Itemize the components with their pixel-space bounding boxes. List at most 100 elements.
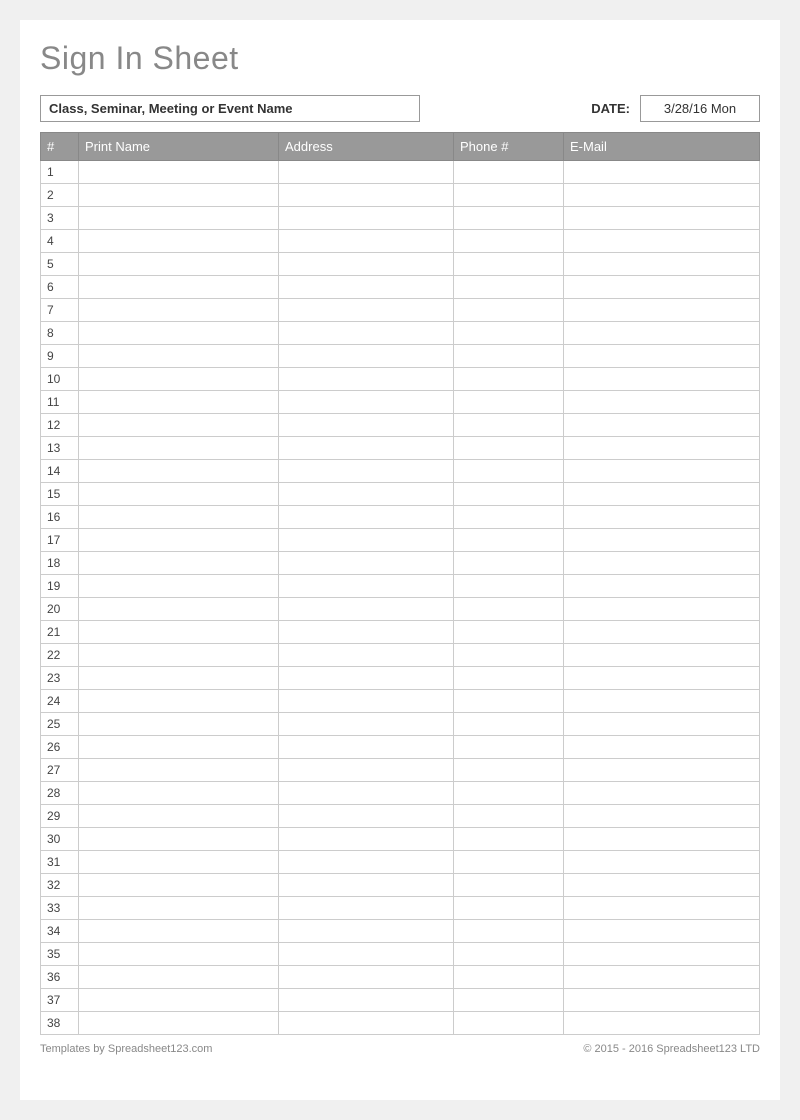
row-phone[interactable] <box>454 598 564 621</box>
row-email[interactable] <box>564 621 760 644</box>
row-address[interactable] <box>279 1012 454 1035</box>
row-email[interactable] <box>564 690 760 713</box>
row-name[interactable] <box>79 598 279 621</box>
row-phone[interactable] <box>454 1012 564 1035</box>
row-name[interactable] <box>79 253 279 276</box>
row-email[interactable] <box>564 713 760 736</box>
row-phone[interactable] <box>454 805 564 828</box>
row-name[interactable] <box>79 161 279 184</box>
table-row[interactable]: 8 <box>41 322 760 345</box>
row-address[interactable] <box>279 828 454 851</box>
row-email[interactable] <box>564 805 760 828</box>
row-address[interactable] <box>279 276 454 299</box>
row-email[interactable] <box>564 851 760 874</box>
row-name[interactable] <box>79 299 279 322</box>
row-name[interactable] <box>79 414 279 437</box>
table-row[interactable]: 33 <box>41 897 760 920</box>
row-phone[interactable] <box>454 920 564 943</box>
row-name[interactable] <box>79 667 279 690</box>
row-name[interactable] <box>79 575 279 598</box>
row-email[interactable] <box>564 276 760 299</box>
row-phone[interactable] <box>454 368 564 391</box>
row-name[interactable] <box>79 460 279 483</box>
row-phone[interactable] <box>454 345 564 368</box>
row-phone[interactable] <box>454 759 564 782</box>
row-address[interactable] <box>279 805 454 828</box>
row-name[interactable] <box>79 621 279 644</box>
row-address[interactable] <box>279 506 454 529</box>
row-name[interactable] <box>79 713 279 736</box>
table-row[interactable]: 17 <box>41 529 760 552</box>
row-email[interactable] <box>564 552 760 575</box>
row-phone[interactable] <box>454 207 564 230</box>
row-address[interactable] <box>279 943 454 966</box>
row-address[interactable] <box>279 345 454 368</box>
row-address[interactable] <box>279 391 454 414</box>
row-email[interactable] <box>564 575 760 598</box>
row-phone[interactable] <box>454 184 564 207</box>
row-address[interactable] <box>279 322 454 345</box>
row-address[interactable] <box>279 782 454 805</box>
table-row[interactable]: 15 <box>41 483 760 506</box>
row-address[interactable] <box>279 598 454 621</box>
row-address[interactable] <box>279 299 454 322</box>
row-name[interactable] <box>79 1012 279 1035</box>
row-email[interactable] <box>564 414 760 437</box>
row-email[interactable] <box>564 529 760 552</box>
row-email[interactable] <box>564 230 760 253</box>
row-email[interactable] <box>564 1012 760 1035</box>
row-name[interactable] <box>79 552 279 575</box>
table-row[interactable]: 30 <box>41 828 760 851</box>
row-name[interactable] <box>79 943 279 966</box>
row-phone[interactable] <box>454 989 564 1012</box>
row-address[interactable] <box>279 437 454 460</box>
row-phone[interactable] <box>454 736 564 759</box>
row-email[interactable] <box>564 989 760 1012</box>
table-row[interactable]: 36 <box>41 966 760 989</box>
row-phone[interactable] <box>454 253 564 276</box>
table-row[interactable]: 34 <box>41 920 760 943</box>
table-row[interactable]: 18 <box>41 552 760 575</box>
row-phone[interactable] <box>454 437 564 460</box>
row-name[interactable] <box>79 230 279 253</box>
row-phone[interactable] <box>454 874 564 897</box>
row-name[interactable] <box>79 184 279 207</box>
row-phone[interactable] <box>454 713 564 736</box>
table-row[interactable]: 10 <box>41 368 760 391</box>
table-row[interactable]: 21 <box>41 621 760 644</box>
row-name[interactable] <box>79 391 279 414</box>
row-email[interactable] <box>564 782 760 805</box>
table-row[interactable]: 3 <box>41 207 760 230</box>
row-email[interactable] <box>564 184 760 207</box>
row-phone[interactable] <box>454 529 564 552</box>
row-name[interactable] <box>79 644 279 667</box>
row-email[interactable] <box>564 828 760 851</box>
row-email[interactable] <box>564 667 760 690</box>
row-name[interactable] <box>79 920 279 943</box>
table-row[interactable]: 22 <box>41 644 760 667</box>
row-phone[interactable] <box>454 276 564 299</box>
row-address[interactable] <box>279 575 454 598</box>
table-row[interactable]: 11 <box>41 391 760 414</box>
table-row[interactable]: 31 <box>41 851 760 874</box>
table-row[interactable]: 35 <box>41 943 760 966</box>
row-email[interactable] <box>564 345 760 368</box>
row-address[interactable] <box>279 736 454 759</box>
row-name[interactable] <box>79 322 279 345</box>
row-email[interactable] <box>564 322 760 345</box>
row-phone[interactable] <box>454 667 564 690</box>
row-address[interactable] <box>279 460 454 483</box>
row-email[interactable] <box>564 506 760 529</box>
row-address[interactable] <box>279 253 454 276</box>
table-row[interactable]: 19 <box>41 575 760 598</box>
row-email[interactable] <box>564 437 760 460</box>
table-row[interactable]: 16 <box>41 506 760 529</box>
row-phone[interactable] <box>454 644 564 667</box>
row-phone[interactable] <box>454 966 564 989</box>
row-phone[interactable] <box>454 828 564 851</box>
row-address[interactable] <box>279 667 454 690</box>
row-name[interactable] <box>79 782 279 805</box>
row-address[interactable] <box>279 644 454 667</box>
table-row[interactable]: 9 <box>41 345 760 368</box>
row-address[interactable] <box>279 966 454 989</box>
